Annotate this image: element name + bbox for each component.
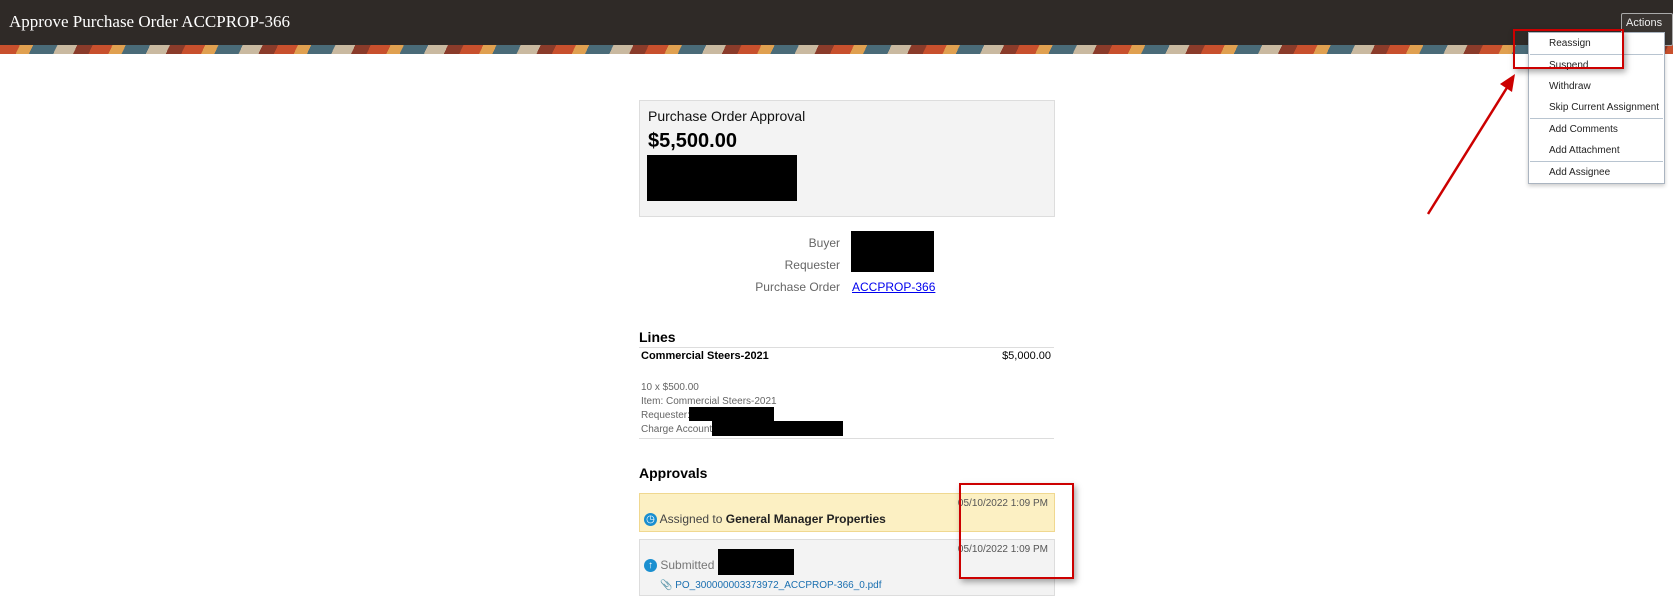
requester-label: Requester (784, 258, 840, 272)
redacted-block (712, 421, 843, 436)
line-item-amount: $5,000.00 (1002, 350, 1051, 362)
lines-heading: Lines (639, 329, 676, 345)
divider (639, 347, 1054, 348)
annotation-box-dates (959, 483, 1074, 579)
redacted-block (851, 231, 934, 272)
line-requester: Requester: (641, 410, 690, 421)
line-item-name: Commercial Steers-2021 (641, 350, 769, 362)
line-item: Item: Commercial Steers-2021 (641, 396, 777, 407)
assignee-name: General Manager Properties (725, 512, 886, 526)
summary-card: Purchase Order Approval $5,500.00 (639, 100, 1055, 217)
summary-amount: $5,500.00 (648, 130, 737, 152)
line-charge-account: Charge Account: (641, 424, 715, 435)
purchase-order-link[interactable]: ACCPROP-366 (852, 280, 935, 294)
purchase-order-label: Purchase Order (755, 280, 840, 294)
buyer-label: Buyer (808, 236, 840, 250)
arrow-up-icon: ↑ (644, 559, 657, 573)
redacted-block (718, 549, 794, 575)
clock-icon: ◷ (644, 513, 657, 527)
divider (639, 438, 1054, 439)
redacted-block (689, 407, 774, 421)
attachment-link[interactable]: PO_300000003373972_ACCPROP-366_0.pdf (675, 580, 881, 591)
summary-title: Purchase Order Approval (648, 108, 806, 124)
paperclip-icon: 📎 (660, 580, 673, 591)
redacted-block (647, 155, 797, 201)
approvals-heading: Approvals (639, 465, 708, 481)
line-quantity: 10 x $500.00 (641, 382, 699, 393)
assigned-prefix: Assigned to (659, 512, 723, 526)
